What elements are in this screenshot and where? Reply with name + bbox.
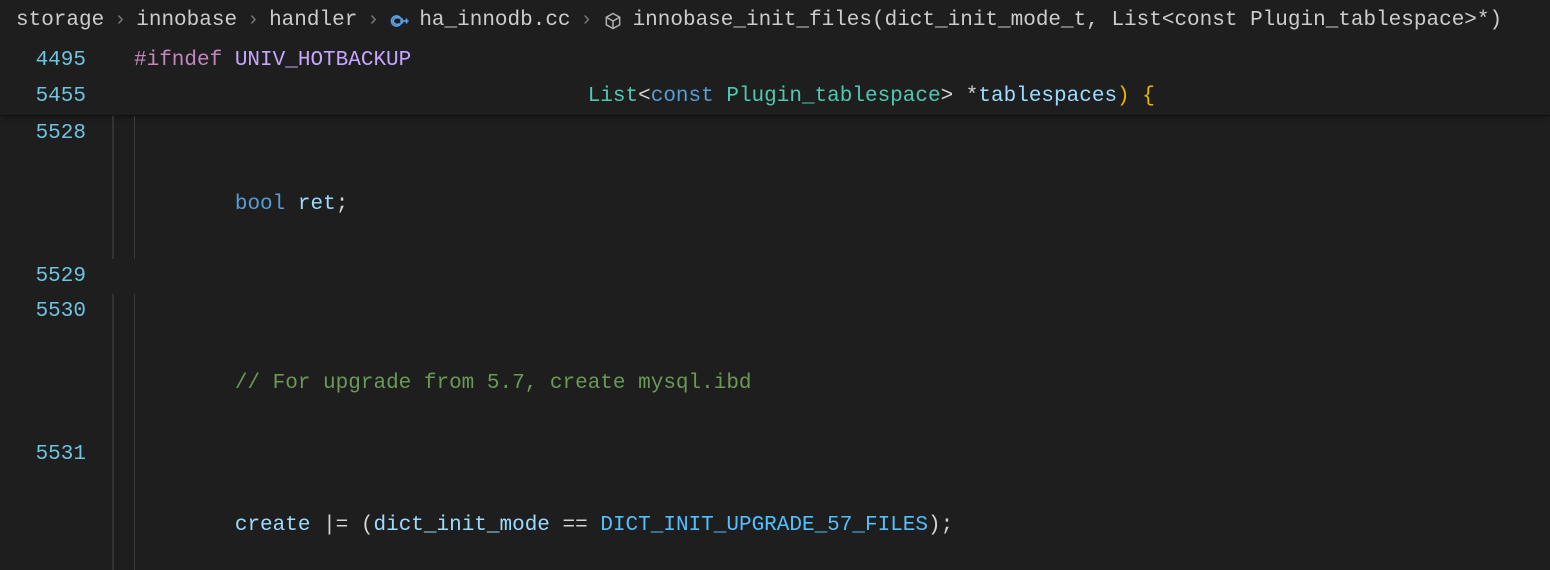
line-number: 5530 [0, 294, 112, 330]
code-text: List<const Plugin_tablespace> *tablespac… [134, 85, 1155, 108]
breadcrumb: storage › innobase › handler › ha_innodb… [0, 0, 1550, 43]
sticky-scroll: 4495 #ifndef UNIV_HOTBACKUP 5455 List<co… [0, 43, 1550, 115]
chevron-right-icon: › [247, 7, 259, 35]
sticky-line[interactable]: 4495 #ifndef UNIV_HOTBACKUP [0, 43, 1550, 79]
breadcrumb-file[interactable]: ha_innodb.cc [419, 6, 570, 35]
code-line: 5528 bool ret; [0, 116, 1550, 259]
line-number: 5528 [0, 116, 112, 152]
symbol-method-icon [603, 11, 623, 31]
code-text: #ifndef UNIV_HOTBACKUP [134, 49, 411, 72]
line-number: 5531 [0, 437, 112, 473]
sticky-line[interactable]: 5455 List<const Plugin_tablespace> *tabl… [0, 79, 1550, 115]
breadcrumb-item[interactable]: innobase [136, 6, 237, 35]
breadcrumb-item[interactable]: handler [269, 6, 357, 35]
chevron-right-icon: › [581, 7, 593, 35]
code-line: 5530 // For upgrade from 5.7, create mys… [0, 294, 1550, 437]
editor-area[interactable]: 5528 bool ret; 5529 5530 // For upgrade … [0, 116, 1550, 570]
code-text: bool ret; [210, 193, 349, 216]
breadcrumb-symbol[interactable]: innobase_init_files(dict_init_mode_t, Li… [633, 6, 1503, 35]
chevron-right-icon: › [367, 7, 379, 35]
code-text: create |= (dict_init_mode == DICT_INIT_U… [210, 514, 954, 537]
code-text: // For upgrade from 5.7, create mysql.ib… [210, 372, 752, 395]
line-number: 5529 [0, 259, 112, 295]
chevron-right-icon: › [114, 7, 126, 35]
line-number: 4495 [0, 43, 112, 79]
code-line: 5529 [0, 259, 1550, 295]
cpp-file-icon [389, 11, 409, 31]
code-line: 5531 create |= (dict_init_mode == DICT_I… [0, 437, 1550, 570]
line-number: 5455 [0, 79, 112, 115]
breadcrumb-item[interactable]: storage [16, 6, 104, 35]
